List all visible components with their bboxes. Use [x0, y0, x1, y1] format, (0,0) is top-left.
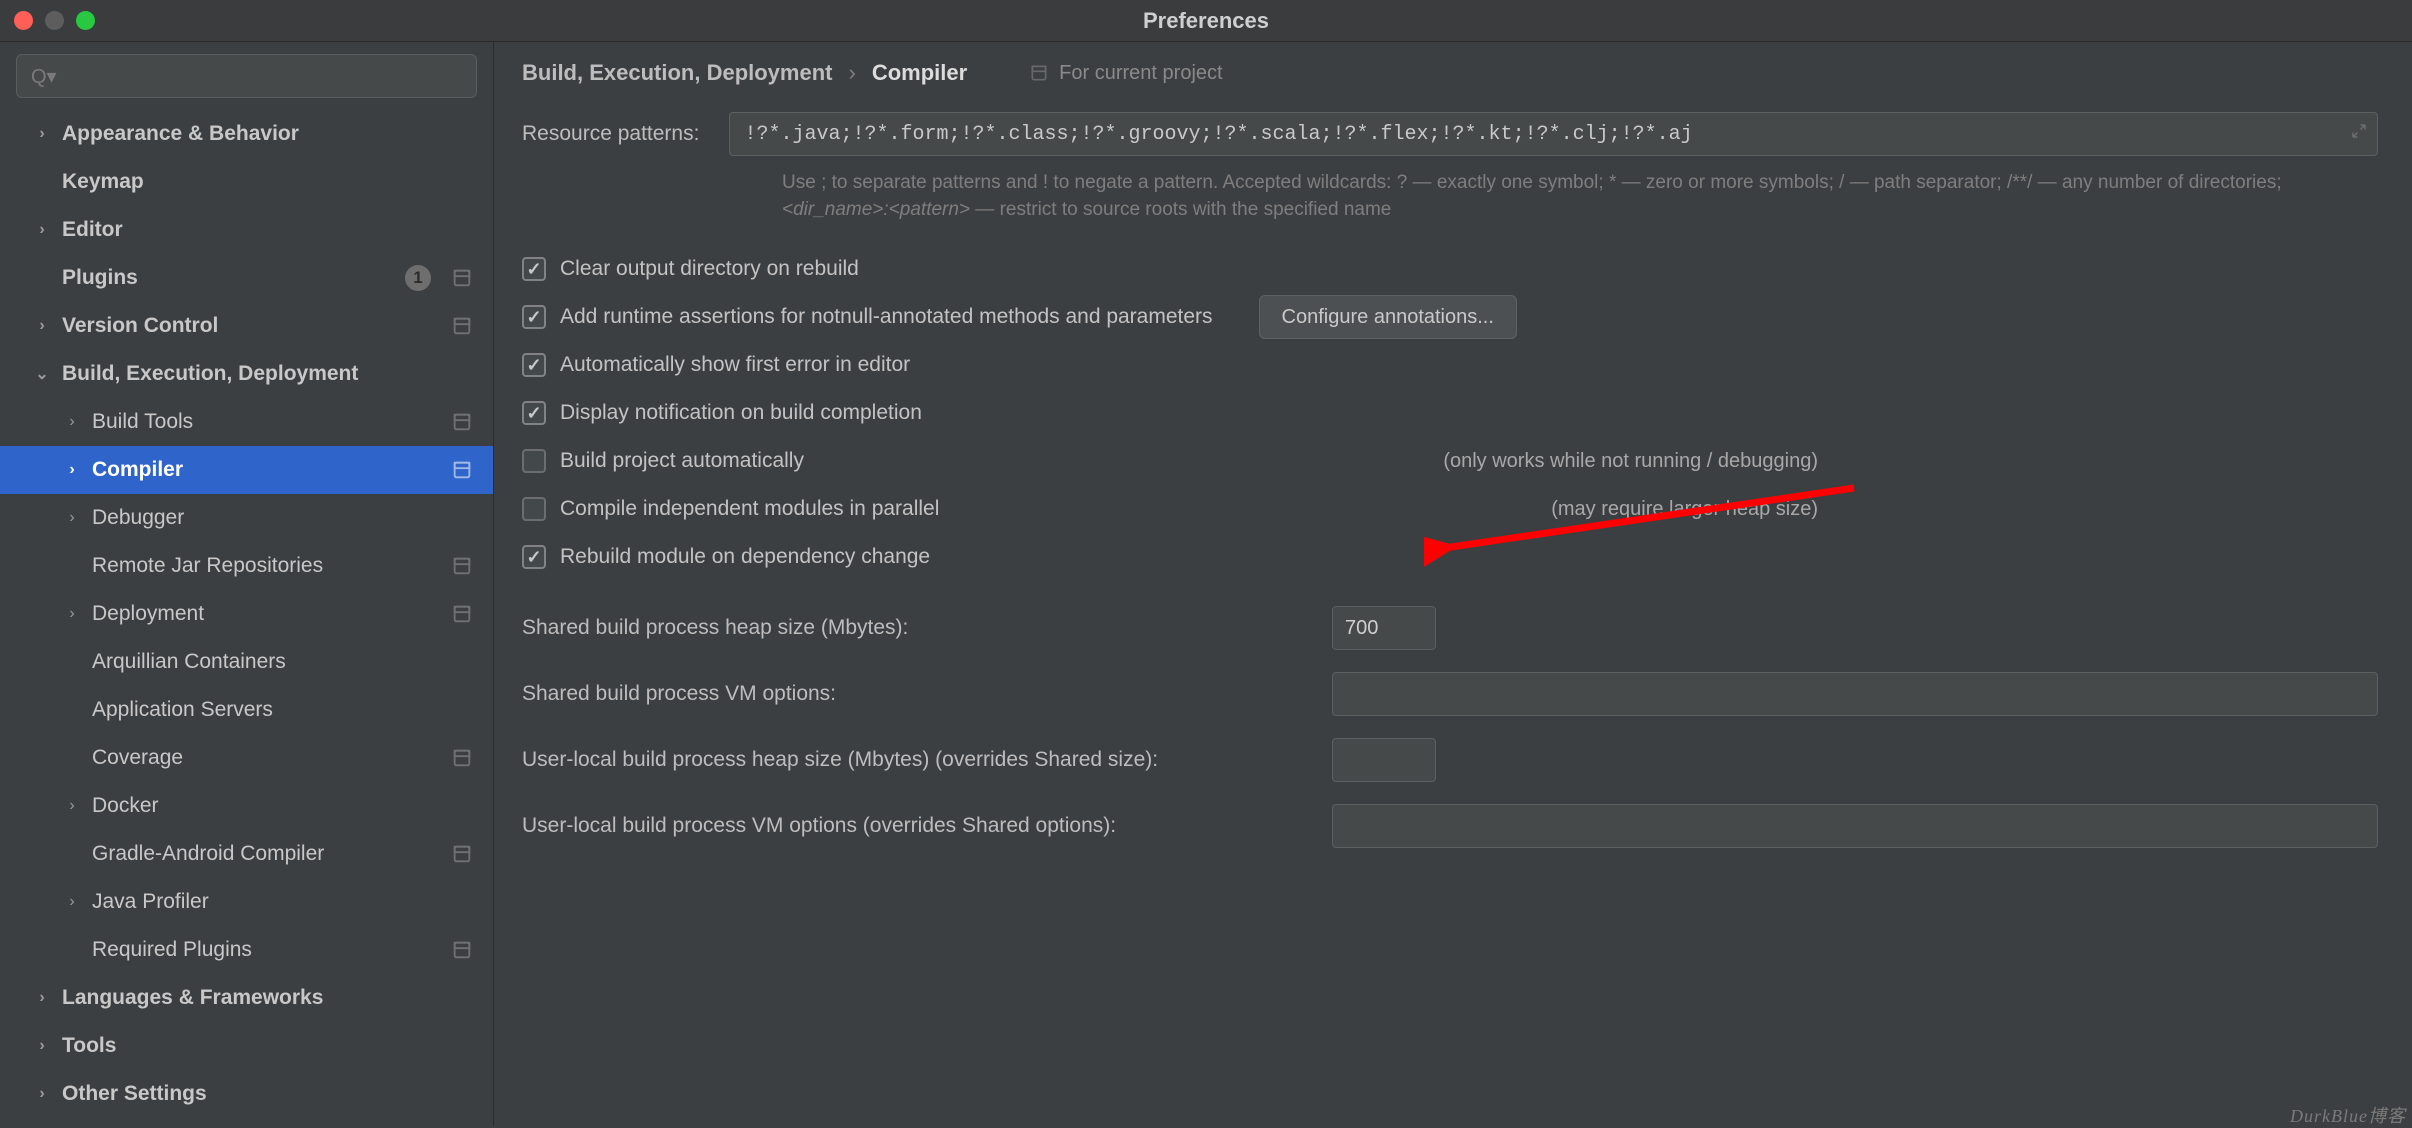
display-notification-checkbox[interactable]: [522, 401, 546, 425]
sidebar-item-languages-frameworks[interactable]: ›Languages & Frameworks: [0, 974, 493, 1022]
chevron-right-icon: ›: [62, 413, 82, 431]
user-vm-label: User-local build process VM options (ove…: [522, 814, 1332, 838]
shared-vm-input[interactable]: [1332, 672, 2378, 716]
chevron-right-icon: ›: [848, 60, 855, 86]
auto-show-error-label: Automatically show first error in editor: [560, 353, 910, 377]
breadcrumb-parent[interactable]: Build, Execution, Deployment: [522, 60, 832, 86]
chevron-right-icon: ›: [62, 509, 82, 527]
sidebar-item-keymap[interactable]: Keymap: [0, 158, 493, 206]
chevron-right-icon: ›: [32, 989, 52, 1007]
sidebar-item-editor[interactable]: ›Editor: [0, 206, 493, 254]
chevron-right-icon: ›: [62, 605, 82, 623]
user-heap-label: User-local build process heap size (Mbyt…: [522, 748, 1332, 772]
chevron-right-icon: ›: [32, 125, 52, 143]
chevron-right-icon: ›: [32, 317, 52, 335]
sidebar-item-arquillian[interactable]: Arquillian Containers: [0, 638, 493, 686]
resource-patterns-hint: Use ; to separate patterns and ! to nega…: [782, 170, 2378, 223]
maximize-window-button[interactable]: [76, 11, 95, 30]
project-scope-icon: [451, 843, 473, 865]
sidebar-item-remote-jar[interactable]: Remote Jar Repositories: [0, 542, 493, 590]
sidebar-item-app-servers[interactable]: Application Servers: [0, 686, 493, 734]
scope-indicator: For current project: [1029, 62, 1222, 85]
sidebar-item-docker[interactable]: ›Docker: [0, 782, 493, 830]
project-scope-icon: [451, 411, 473, 433]
settings-tree: ›Appearance & Behavior Keymap ›Editor Pl…: [0, 110, 493, 1122]
add-runtime-assertions-label: Add runtime assertions for notnull-annot…: [560, 305, 1213, 329]
build-project-automatically-checkbox[interactable]: [522, 449, 546, 473]
sidebar-item-java-profiler[interactable]: ›Java Profiler: [0, 878, 493, 926]
chevron-down-icon: ⌄: [32, 364, 52, 384]
clear-output-label: Clear output directory on rebuild: [560, 257, 859, 281]
resource-patterns-input[interactable]: [729, 112, 2378, 156]
window-title: Preferences: [1143, 8, 1269, 34]
project-scope-icon: [451, 555, 473, 577]
rebuild-on-dep-change-checkbox[interactable]: [522, 545, 546, 569]
configure-annotations-button[interactable]: Configure annotations...: [1259, 295, 1517, 339]
display-notification-label: Display notification on build completion: [560, 401, 922, 425]
search-input[interactable]: [16, 54, 477, 98]
chevron-right-icon: ›: [32, 1037, 52, 1055]
chevron-right-icon: ›: [62, 461, 82, 479]
compile-parallel-checkbox[interactable]: [522, 497, 546, 521]
sidebar-item-other-settings[interactable]: ›Other Settings: [0, 1070, 493, 1118]
sidebar-item-gradle-android[interactable]: Gradle-Android Compiler: [0, 830, 493, 878]
sidebar-item-debugger[interactable]: ›Debugger: [0, 494, 493, 542]
sidebar-item-required-plugins[interactable]: Required Plugins: [0, 926, 493, 974]
sidebar-item-deployment[interactable]: ›Deployment: [0, 590, 493, 638]
add-runtime-assertions-checkbox[interactable]: [522, 305, 546, 329]
sidebar-item-appearance[interactable]: ›Appearance & Behavior: [0, 110, 493, 158]
resource-patterns-label: Resource patterns:: [522, 122, 699, 146]
project-scope-icon: [451, 267, 473, 289]
shared-heap-input[interactable]: [1332, 606, 1436, 650]
sidebar-item-version-control[interactable]: ›Version Control: [0, 302, 493, 350]
project-scope-icon: [451, 603, 473, 625]
sidebar-item-coverage[interactable]: Coverage: [0, 734, 493, 782]
sidebar-item-compiler[interactable]: ›Compiler: [0, 446, 493, 494]
build-project-automatically-note: (only works while not running / debuggin…: [1443, 450, 2378, 473]
user-vm-input[interactable]: [1332, 804, 2378, 848]
build-project-automatically-label: Build project automatically: [560, 449, 804, 473]
sidebar-item-build-tools[interactable]: ›Build Tools: [0, 398, 493, 446]
clear-output-checkbox[interactable]: [522, 257, 546, 281]
watermark: DurkBlue博客: [2290, 1102, 2406, 1128]
plugins-badge: 1: [405, 265, 431, 291]
expand-icon[interactable]: [2350, 122, 2368, 146]
compile-parallel-label: Compile independent modules in parallel: [560, 497, 939, 521]
project-scope-icon: [451, 747, 473, 769]
sidebar-item-plugins[interactable]: Plugins 1: [0, 254, 493, 302]
auto-show-error-checkbox[interactable]: [522, 353, 546, 377]
project-scope-icon: [1029, 63, 1049, 83]
chevron-right-icon: ›: [32, 1085, 52, 1103]
minimize-window-button[interactable]: [45, 11, 64, 30]
close-window-button[interactable]: [14, 11, 33, 30]
main-panel: Build, Execution, Deployment › Compiler …: [494, 42, 2412, 1126]
compile-parallel-note: (may require larger heap size): [1551, 498, 2378, 521]
chevron-right-icon: ›: [62, 797, 82, 815]
chevron-right-icon: ›: [32, 221, 52, 239]
sidebar: ›Appearance & Behavior Keymap ›Editor Pl…: [0, 42, 494, 1126]
window-controls: [14, 11, 95, 30]
sidebar-item-tools[interactable]: ›Tools: [0, 1022, 493, 1070]
titlebar: Preferences: [0, 0, 2412, 42]
project-scope-icon: [451, 939, 473, 961]
project-scope-icon: [451, 315, 473, 337]
breadcrumb-current: Compiler: [872, 60, 967, 86]
user-heap-input[interactable]: [1332, 738, 1436, 782]
shared-vm-label: Shared build process VM options:: [522, 682, 1332, 706]
breadcrumb: Build, Execution, Deployment › Compiler …: [522, 60, 2378, 86]
shared-heap-label: Shared build process heap size (Mbytes):: [522, 616, 1332, 640]
rebuild-on-dep-change-label: Rebuild module on dependency change: [560, 545, 930, 569]
sidebar-item-build-execution-deployment[interactable]: ⌄Build, Execution, Deployment: [0, 350, 493, 398]
chevron-right-icon: ›: [62, 893, 82, 911]
project-scope-icon: [451, 459, 473, 481]
